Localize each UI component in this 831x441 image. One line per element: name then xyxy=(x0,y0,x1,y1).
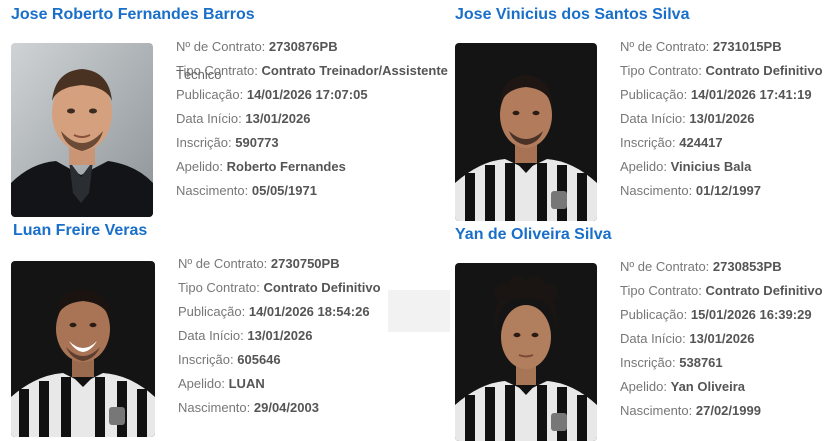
nickname-label: Apelido: xyxy=(620,159,667,174)
registration-label: Inscrição: xyxy=(620,135,676,150)
start-label: Data Início: xyxy=(620,331,686,346)
start-value: 13/01/2026 xyxy=(247,328,313,343)
publication-row: Publicação: 14/01/2026 17:41:19 xyxy=(620,83,823,107)
player-details: Nº de Contrato: 2730853PB Tipo Contrato:… xyxy=(620,255,823,423)
contract-row: Nº de Contrato: 2730876PB xyxy=(176,35,448,59)
nickname-value: Roberto Fernandes xyxy=(226,159,346,174)
publication-value: 14/01/2026 17:07:05 xyxy=(246,87,368,102)
birth-label: Nascimento: xyxy=(620,183,693,198)
contract-value: 2730853PB xyxy=(712,259,782,274)
birth-row: Nascimento: 05/05/1971 xyxy=(176,179,448,203)
publication-row: Publicação: 15/01/2026 16:39:29 xyxy=(620,303,823,327)
registration-value: 590773 xyxy=(235,135,279,150)
registration-row: Inscrição: 538761 xyxy=(620,351,823,375)
contract-label: Nº de Contrato: xyxy=(620,39,710,54)
type-value: Contrato Definitivo xyxy=(263,280,381,295)
publication-label: Publicação: xyxy=(620,307,688,322)
start-label: Data Início: xyxy=(176,111,242,126)
nickname-label: Apelido: xyxy=(178,376,225,391)
start-row: Data Início: 13/01/2026 xyxy=(620,327,823,351)
contract-label: Nº de Contrato: xyxy=(620,259,710,274)
birth-value: 29/04/2003 xyxy=(253,400,319,415)
registration-value: 605646 xyxy=(237,352,281,367)
nickname-label: Apelido: xyxy=(176,159,223,174)
player-name[interactable]: Yan de Oliveira Silva xyxy=(455,226,612,244)
player-photo xyxy=(455,263,597,441)
publication-row: Publicação: 14/01/2026 17:07:05 xyxy=(176,83,448,107)
type-value: Contrato Definitivo xyxy=(705,283,823,298)
type-row: Tipo Contrato: Contrato Definitivo xyxy=(178,276,381,300)
publication-value: 14/01/2026 17:41:19 xyxy=(690,87,812,102)
contract-row: Nº de Contrato: 2731015PB xyxy=(620,35,823,59)
birth-row: Nascimento: 27/02/1999 xyxy=(620,399,823,423)
contract-value: 2730876PB xyxy=(268,39,338,54)
publication-value: 15/01/2026 16:39:29 xyxy=(690,307,812,322)
nickname-value: LUAN xyxy=(228,376,265,391)
player-name[interactable]: Luan Freire Veras xyxy=(13,222,147,240)
type-row: Tipo Contrato: Contrato Definitivo xyxy=(620,279,823,303)
nickname-row: Apelido: Roberto Fernandes xyxy=(176,155,448,179)
type-label: Tipo Contrato: xyxy=(620,283,702,298)
contract-row: Nº de Contrato: 2730750PB xyxy=(178,252,381,276)
start-row: Data Início: 13/01/2026 xyxy=(176,107,448,131)
type-row: Tipo Contrato: Contrato Treinador/Assist… xyxy=(176,59,448,83)
birth-label: Nascimento: xyxy=(178,400,251,415)
player-details: Nº de Contrato: 2730876PB Tipo Contrato:… xyxy=(176,35,448,203)
registration-row: Inscrição: 424417 xyxy=(620,131,823,155)
start-row: Data Início: 13/01/2026 xyxy=(178,324,381,348)
publication-row: Publicação: 14/01/2026 18:54:26 xyxy=(178,300,381,324)
start-label: Data Início: xyxy=(620,111,686,126)
player-name[interactable]: Jose Vinicius dos Santos Silva xyxy=(455,6,689,24)
start-row: Data Início: 13/01/2026 xyxy=(620,107,823,131)
type-row: Tipo Contrato: Contrato Definitivo xyxy=(620,59,823,83)
start-value: 13/01/2026 xyxy=(689,111,755,126)
publication-value: 14/01/2026 18:54:26 xyxy=(248,304,370,319)
birth-value: 05/05/1971 xyxy=(251,183,317,198)
birth-value: 01/12/1997 xyxy=(695,183,761,198)
registration-label: Inscrição: xyxy=(176,135,232,150)
player-details: Nº de Contrato: 2731015PB Tipo Contrato:… xyxy=(620,35,823,203)
birth-row: Nascimento: 01/12/1997 xyxy=(620,179,823,203)
registration-row: Inscrição: 605646 xyxy=(178,348,381,372)
background-panel xyxy=(388,290,450,332)
type-label: Tipo Contrato: xyxy=(178,280,260,295)
registration-label: Inscrição: xyxy=(620,355,676,370)
start-label: Data Início: xyxy=(178,328,244,343)
type-value: Contrato Treinador/Assistente xyxy=(261,63,448,78)
contract-value: 2731015PB xyxy=(712,39,782,54)
contract-label: Nº de Contrato: xyxy=(176,39,266,54)
birth-label: Nascimento: xyxy=(176,183,249,198)
birth-value: 27/02/1999 xyxy=(695,403,761,418)
registration-value: 538761 xyxy=(679,355,723,370)
registration-row: Inscrição: 590773 xyxy=(176,131,448,155)
start-value: 13/01/2026 xyxy=(245,111,311,126)
publication-label: Publicação: xyxy=(176,87,244,102)
contract-row: Nº de Contrato: 2730853PB xyxy=(620,255,823,279)
nickname-row: Apelido: Vinicius Bala xyxy=(620,155,823,179)
type-value-wrap: Técnico xyxy=(176,67,222,82)
birth-row: Nascimento: 29/04/2003 xyxy=(178,396,381,420)
registration-value: 424417 xyxy=(679,135,723,150)
contract-label: Nº de Contrato: xyxy=(178,256,268,271)
nickname-value: Vinicius Bala xyxy=(670,159,752,174)
nickname-row: Apelido: LUAN xyxy=(178,372,381,396)
player-name[interactable]: Jose Roberto Fernandes Barros xyxy=(11,6,255,24)
nickname-label: Apelido: xyxy=(620,379,667,394)
publication-label: Publicação: xyxy=(620,87,688,102)
nickname-value: Yan Oliveira xyxy=(670,379,746,394)
player-details: Nº de Contrato: 2730750PB Tipo Contrato:… xyxy=(178,252,381,420)
type-value: Contrato Definitivo xyxy=(705,63,823,78)
player-photo xyxy=(11,261,155,437)
contract-value: 2730750PB xyxy=(270,256,340,271)
publication-label: Publicação: xyxy=(178,304,246,319)
type-label: Tipo Contrato: xyxy=(620,63,702,78)
nickname-row: Apelido: Yan Oliveira xyxy=(620,375,823,399)
player-photo xyxy=(11,43,153,217)
player-photo xyxy=(455,43,597,221)
registration-label: Inscrição: xyxy=(178,352,234,367)
birth-label: Nascimento: xyxy=(620,403,693,418)
start-value: 13/01/2026 xyxy=(689,331,755,346)
